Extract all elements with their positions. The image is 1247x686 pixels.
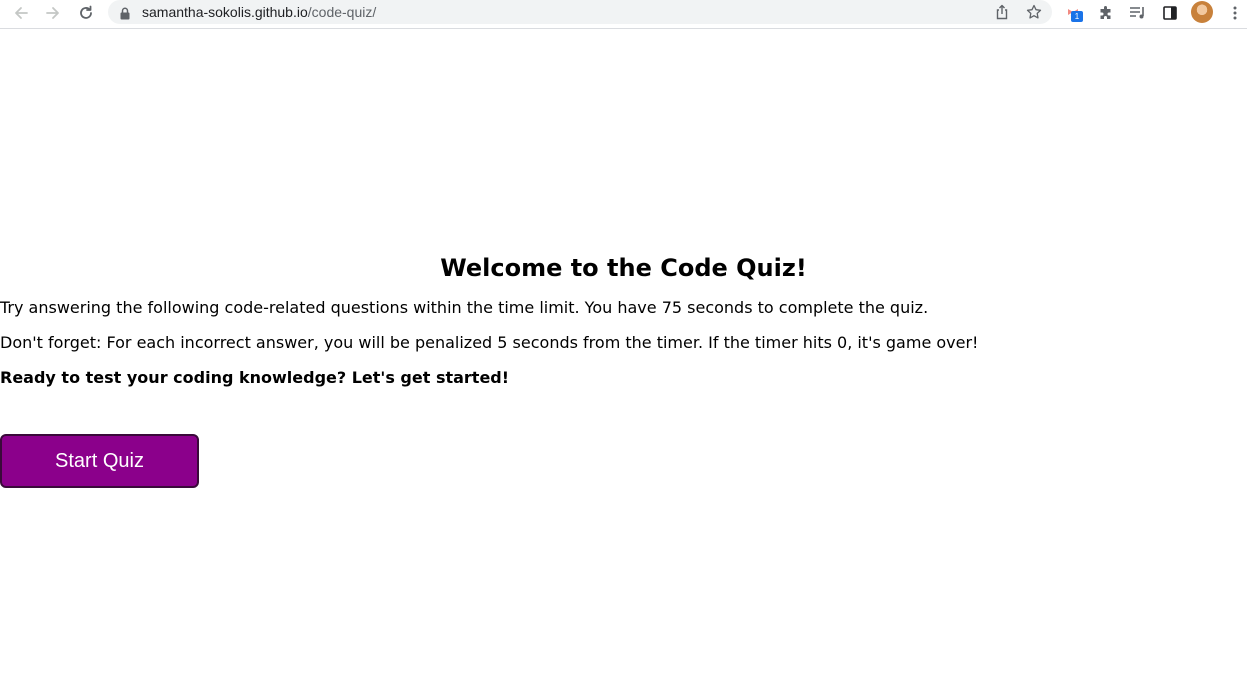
bookmark-star-icon[interactable] bbox=[1025, 3, 1043, 21]
call-to-action: Ready to test your coding knowledge? Let… bbox=[0, 368, 510, 387]
puzzle-icon[interactable] bbox=[1095, 2, 1117, 24]
more-vert-icon[interactable] bbox=[1224, 2, 1246, 24]
instructions-text: Try answering the following code-related… bbox=[0, 298, 929, 317]
back-arrow-icon[interactable] bbox=[10, 2, 32, 24]
url-host: samantha-sokolis.github.io bbox=[142, 4, 308, 20]
page-title: Welcome to the Code Quiz! bbox=[440, 254, 807, 282]
lock-icon[interactable] bbox=[120, 5, 130, 24]
page-content: Welcome to the Code Quiz! Try answering … bbox=[0, 30, 1247, 686]
media-queue-icon[interactable] bbox=[1127, 2, 1149, 24]
penalty-note: Don't forget: For each incorrect answer,… bbox=[0, 333, 979, 352]
extension-icon[interactable]: 1 bbox=[1063, 2, 1085, 24]
browser-toolbar: samantha-sokolis.github.io/code-quiz/ 1 bbox=[0, 0, 1247, 29]
share-icon[interactable] bbox=[993, 3, 1011, 21]
address-bar[interactable]: samantha-sokolis.github.io/code-quiz/ bbox=[108, 0, 1052, 24]
start-quiz-button[interactable]: Start Quiz bbox=[0, 434, 199, 488]
profile-avatar[interactable] bbox=[1191, 1, 1213, 23]
forward-arrow-icon[interactable] bbox=[42, 2, 64, 24]
extension-badge: 1 bbox=[1071, 11, 1083, 22]
reload-icon[interactable] bbox=[75, 2, 97, 24]
url-path: /code-quiz/ bbox=[307, 4, 377, 20]
side-panel-icon[interactable] bbox=[1159, 2, 1181, 24]
url-text[interactable]: samantha-sokolis.github.io/code-quiz/ bbox=[142, 3, 376, 21]
